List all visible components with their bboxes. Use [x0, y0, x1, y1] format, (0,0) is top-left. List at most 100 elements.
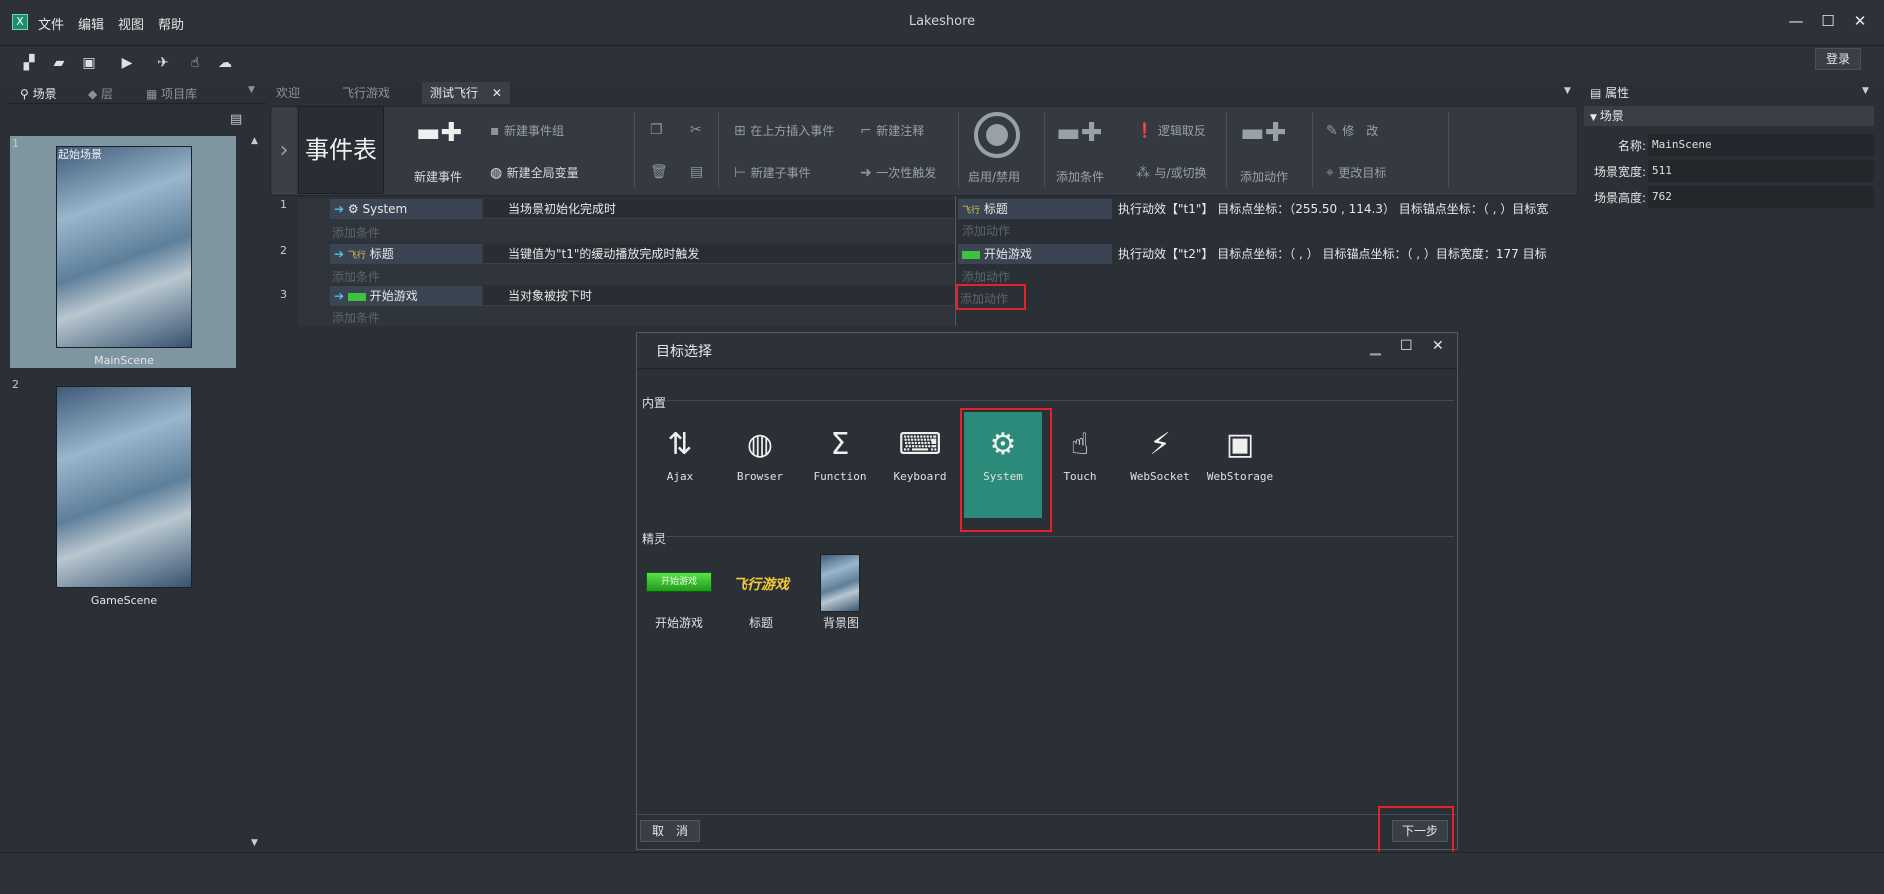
- login-button[interactable]: 登录: [1815, 48, 1861, 70]
- tab-layers[interactable]: ◆ 层: [88, 85, 113, 102]
- scene-name: MainScene: [94, 354, 154, 367]
- prop-width-value[interactable]: 511: [1648, 160, 1874, 182]
- minimize-button[interactable]: —: [1784, 10, 1808, 32]
- save-icon[interactable]: ▣: [78, 52, 100, 74]
- tab-properties[interactable]: ▤ 属性: [1590, 84, 1629, 101]
- cut-icon[interactable]: ✂: [690, 122, 702, 138]
- event-object-cell[interactable]: ➔ 开始游戏: [330, 286, 482, 306]
- action-object-cell[interactable]: 飞行 标题: [958, 199, 1112, 219]
- action-text[interactable]: 执行动效【"t2"】 目标点坐标：（ , ） 目标锚点坐标：（ , ）目标宽度：…: [1118, 244, 1578, 264]
- props-dropdown-icon[interactable]: ▼: [1862, 86, 1869, 96]
- add-condition-link[interactable]: 添加条件: [332, 224, 380, 241]
- event-number: 1: [280, 198, 287, 211]
- and-or-button[interactable]: ⁂ 与/或切换: [1136, 164, 1207, 181]
- scroll-down-icon[interactable]: ▼: [251, 838, 258, 848]
- action-object-cell[interactable]: 开始游戏: [958, 244, 1112, 264]
- scene-thumbnail[interactable]: [56, 386, 192, 588]
- target-websocket[interactable]: ⚡ WebSocket: [1124, 412, 1196, 520]
- new-sub-event-button[interactable]: ⊢ 新建子事件: [734, 164, 811, 181]
- copy-icon[interactable]: ❐: [650, 122, 663, 138]
- target-label: Keyboard: [893, 470, 947, 483]
- column-divider: [955, 196, 956, 326]
- modify-button[interactable]: ✎ 修 改: [1326, 122, 1378, 139]
- collapse-chevron-icon[interactable]: ›: [272, 108, 296, 194]
- once-trigger-button[interactable]: ➜ 一次性触发: [860, 164, 936, 181]
- target-browser[interactable]: ◍ Browser: [724, 412, 796, 520]
- event-table-button[interactable]: 事件表: [298, 106, 384, 194]
- title-sprite-icon: 飞行: [962, 206, 981, 216]
- rocket-icon[interactable]: ✈: [152, 52, 174, 74]
- target-keyboard[interactable]: ⌨ Keyboard: [884, 412, 956, 520]
- start-game-sprite-thumb[interactable]: 开始游戏: [646, 572, 712, 592]
- insert-icon: ⊞: [734, 123, 751, 139]
- folder-icon: ▪: [490, 123, 504, 139]
- new-event-group-button[interactable]: ▪ 新建事件组: [490, 122, 564, 139]
- scroll-up-icon[interactable]: ▲: [251, 136, 258, 146]
- tab-scenes[interactable]: ⚲ 场景: [20, 85, 57, 102]
- new-file-icon[interactable]: ▞: [18, 52, 40, 74]
- panel-dropdown-icon[interactable]: ▼: [248, 85, 255, 95]
- toggle-dot-icon: [986, 124, 1008, 146]
- cancel-button[interactable]: 取 消: [640, 820, 700, 842]
- action-object-name: 开始游戏: [983, 247, 1032, 261]
- dialog-maximize-button[interactable]: ☐: [1400, 338, 1413, 354]
- logic-invert-button[interactable]: ❗ 逻辑取反: [1136, 122, 1206, 139]
- add-action-link[interactable]: 添加动作: [962, 222, 1010, 239]
- close-tab-icon[interactable]: ✕: [492, 86, 502, 100]
- title-sprite-thumb[interactable]: 飞行游戏: [726, 574, 796, 594]
- add-action-button[interactable]: 添加动作: [1240, 168, 1288, 185]
- prop-height-value[interactable]: 762: [1648, 186, 1874, 208]
- tab-welcome[interactable]: 欢迎: [268, 82, 308, 104]
- close-button[interactable]: ✕: [1848, 10, 1872, 32]
- cloud-upload-icon[interactable]: ☁: [214, 52, 236, 74]
- insert-above-label: 在上方插入事件: [750, 124, 835, 138]
- add-condition-link[interactable]: 添加条件: [332, 268, 380, 285]
- add-action-link-highlighted[interactable]: 添加动作: [956, 284, 1026, 310]
- play-icon[interactable]: ▶: [116, 52, 138, 74]
- open-folder-icon[interactable]: ▰: [48, 52, 70, 74]
- new-event-button[interactable]: 新建事件: [414, 168, 462, 185]
- delete-icon[interactable]: 🗑: [650, 164, 668, 180]
- add-action-icon: ▬✚: [1240, 118, 1287, 148]
- change-target-label: 更改目标: [1338, 166, 1387, 180]
- tab-flight-game[interactable]: 飞行游戏: [334, 82, 398, 104]
- new-comment-button[interactable]: ⌐ 新建注释: [860, 122, 924, 139]
- add-condition-button[interactable]: 添加条件: [1056, 168, 1104, 185]
- maximize-button[interactable]: ☐: [1816, 10, 1840, 32]
- target-touch[interactable]: ☝ Touch: [1044, 412, 1116, 520]
- action-text[interactable]: 执行动效【"t1"】 目标点坐标：（255.50 , 114.3） 目标锚点坐标…: [1118, 199, 1578, 219]
- event-condition[interactable]: 当键值为"t1"的缓动播放完成时触发: [484, 244, 954, 264]
- new-global-var-button[interactable]: ◍ 新建全局变量: [490, 164, 579, 181]
- prop-label: 名称:: [1617, 139, 1646, 153]
- props-section-header[interactable]: ▼ 场景: [1584, 106, 1874, 126]
- scene-list-scrollbar[interactable]: [248, 134, 262, 850]
- dialog-minimize-button[interactable]: ▁: [1370, 340, 1381, 356]
- background-sprite-thumb[interactable]: [820, 554, 860, 612]
- sprite-label: 开始游戏: [654, 616, 703, 630]
- event-object-cell[interactable]: ➔ 飞行 标题: [330, 244, 482, 264]
- enable-disable-button[interactable]: 启用/禁用: [968, 168, 1020, 185]
- change-target-button[interactable]: ⌖ 更改目标: [1326, 164, 1386, 181]
- keyboard-icon: ⌨: [898, 427, 942, 462]
- event-condition[interactable]: 当对象被按下时: [484, 286, 954, 306]
- share-icon[interactable]: ☝: [184, 52, 206, 74]
- target-label: Browser: [736, 470, 784, 483]
- new-scene-icon[interactable]: ▤: [230, 112, 242, 127]
- dialog-close-button[interactable]: ✕: [1432, 338, 1444, 354]
- target-webstorage[interactable]: ▣ WebStorage: [1204, 412, 1276, 520]
- target-function[interactable]: Σ Function: [804, 412, 876, 520]
- toolbar: [0, 46, 1884, 82]
- tab-library[interactable]: ▦ 项目库: [146, 85, 197, 102]
- add-condition-link[interactable]: 添加条件: [332, 309, 380, 326]
- event-condition[interactable]: 当场景初始化完成时: [484, 199, 954, 219]
- add-action-link[interactable]: 添加动作: [962, 268, 1010, 285]
- tab-test-flight[interactable]: 测试飞行 ✕: [422, 82, 510, 104]
- event-object-cell[interactable]: ➔ ⚙ System: [330, 199, 482, 219]
- tabs-dropdown-icon[interactable]: ▼: [1564, 86, 1571, 96]
- paste-icon[interactable]: ▤: [690, 164, 703, 180]
- collapse-icon: ▼: [1590, 113, 1600, 123]
- insert-above-button[interactable]: ⊞ 在上方插入事件: [734, 122, 834, 139]
- target-ajax[interactable]: ⇅ Ajax: [644, 412, 716, 520]
- scene-start-label: 起始场景: [58, 148, 102, 161]
- prop-name-value[interactable]: MainScene: [1648, 134, 1874, 156]
